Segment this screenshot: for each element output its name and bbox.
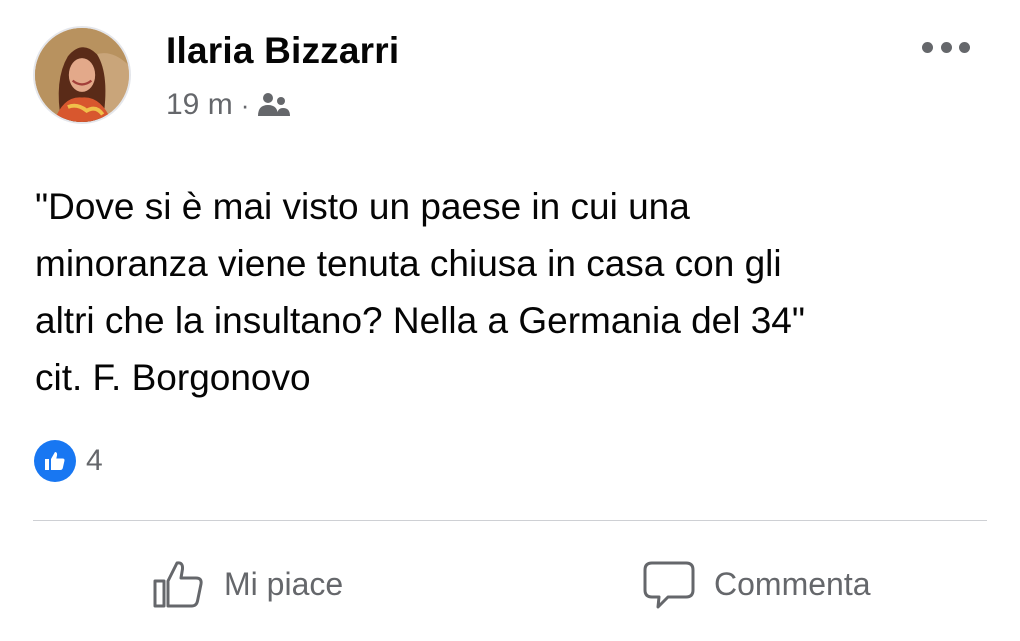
comment-button[interactable]: Commenta [640, 552, 871, 616]
comment-bubble-icon [643, 561, 695, 609]
more-dot [959, 41, 970, 53]
more-options-icon[interactable] [922, 38, 970, 56]
more-dot [922, 41, 933, 53]
post-text-line: altri che la insultano? Nella a Germania… [35, 300, 806, 341]
reaction-count: 4 [86, 444, 103, 477]
like-button-label: Mi piace [224, 565, 344, 602]
divider [33, 520, 987, 521]
avatar[interactable] [33, 26, 131, 124]
post-text: "Dove si è mai visto un paese in cui una… [35, 178, 975, 406]
post-text-line: "Dove si è mai visto un paese in cui una [35, 186, 690, 227]
like-button[interactable]: Mi piace [150, 552, 343, 616]
reaction-summary[interactable]: 4 [34, 440, 103, 482]
post-meta: 19 m · [166, 88, 291, 122]
friends-icon[interactable] [257, 92, 291, 118]
profile-photo [35, 28, 129, 122]
meta-separator: · [240, 89, 250, 120]
comment-button-label: Commenta [714, 565, 871, 602]
more-dot [940, 41, 952, 53]
post-text-line: cit. F. Borgonovo [35, 357, 311, 398]
post-text-line: minoranza viene tenuta chiusa in casa co… [35, 243, 782, 284]
thumbs-up-outline-icon [153, 561, 203, 608]
author-name[interactable]: Ilaria Bizzarri [166, 30, 399, 72]
timestamp[interactable]: 19 m [166, 88, 233, 122]
like-reaction-icon [34, 440, 76, 482]
